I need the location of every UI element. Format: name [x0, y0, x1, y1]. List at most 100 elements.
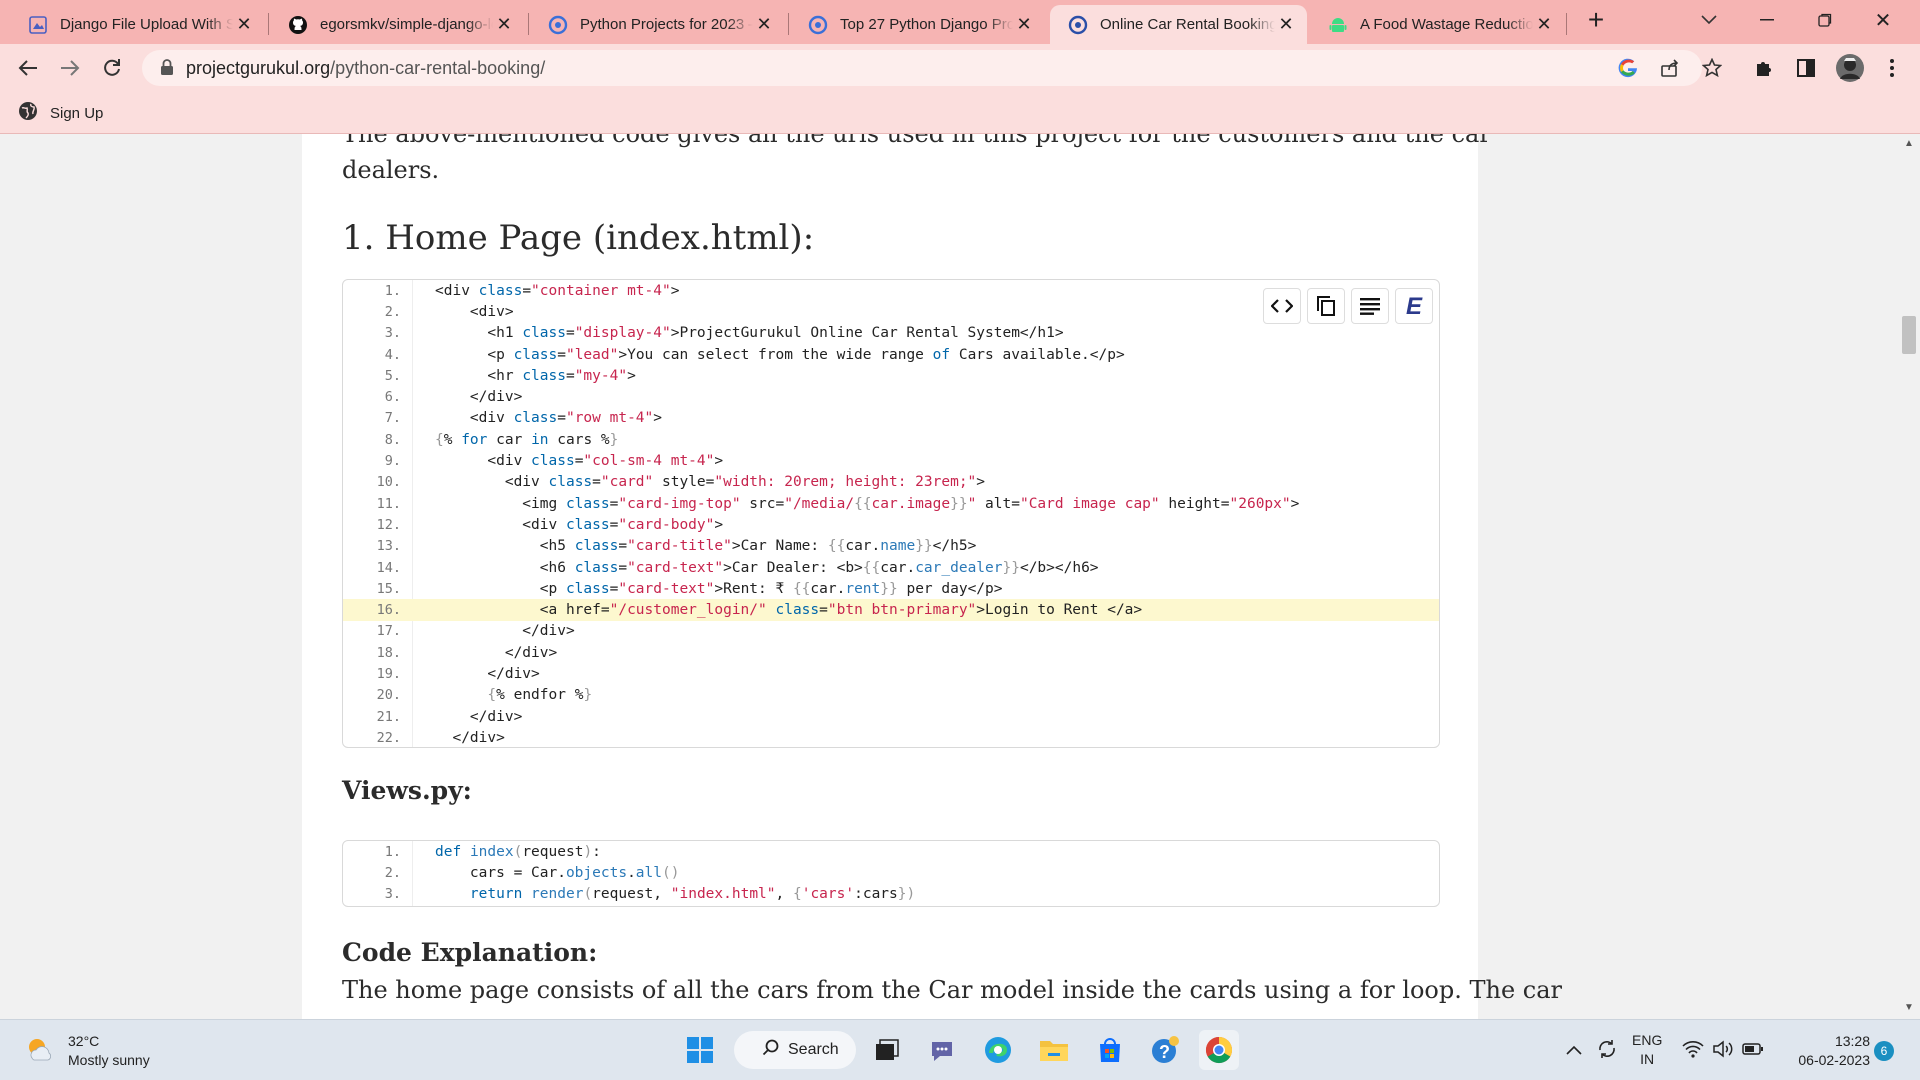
line-number: 6.	[384, 389, 401, 406]
wrap-lines-icon[interactable]	[1351, 288, 1389, 324]
page-scrollbar[interactable]: ▲ ▼	[1898, 134, 1920, 1019]
new-tab-icon[interactable]: +	[1566, 0, 1626, 40]
code-line: 1. def index(request):	[343, 841, 1439, 862]
close-icon[interactable]: ✕	[493, 14, 515, 36]
close-icon[interactable]: ✕	[1013, 14, 1035, 36]
windows-taskbar: 32°C Mostly sunny Search ? ENG IN 13:28 …	[0, 1019, 1920, 1080]
edge-browser-icon[interactable]	[978, 1030, 1018, 1070]
forward-arrow-icon[interactable]	[54, 52, 86, 84]
language-indicator[interactable]: ENG IN	[1632, 1031, 1662, 1069]
line-number: 12.	[376, 516, 401, 533]
code-line: 15. <p class="card-text">Rent: ₹ {{car.r…	[343, 578, 1439, 599]
teams-chat-icon[interactable]	[922, 1030, 962, 1070]
close-icon[interactable]: ✕	[1275, 14, 1297, 36]
view-source-icon[interactable]	[1263, 288, 1301, 324]
code-block-index-html[interactable]: 1. <div class="container mt-4"> 2. <div> …	[342, 279, 1440, 748]
weather-widget[interactable]: 32°C Mostly sunny	[24, 1032, 150, 1070]
clock-time: 13:28	[1834, 1033, 1870, 1049]
line-number: 7.	[384, 410, 401, 427]
lock-icon[interactable]	[160, 59, 174, 81]
bookmark-sign-up[interactable]: Sign Up	[18, 101, 103, 125]
weather-condition: Mostly sunny	[68, 1052, 150, 1068]
copy-icon[interactable]	[1307, 288, 1345, 324]
code-line: 14. <h6 class="card-text">Car Dealer: <b…	[343, 557, 1439, 578]
region-code: IN	[1640, 1051, 1655, 1067]
line-number: 2.	[384, 864, 401, 881]
scrollbar-thumb[interactable]	[1902, 316, 1916, 354]
code-lines: 1. <div class="container mt-4"> 2. <div> …	[343, 280, 1439, 747]
close-icon[interactable]: ✕	[1533, 14, 1555, 36]
url-text: projectgurukul.org/python-car-rental-boo…	[186, 58, 545, 79]
chevron-up-icon[interactable]	[1566, 1042, 1582, 1058]
sync-icon[interactable]	[1596, 1038, 1618, 1063]
code-line: 3. return render(request, "index.html", …	[343, 884, 1439, 905]
android-icon	[1328, 15, 1348, 35]
tab-title: egorsmkv/simple-django-lo	[320, 16, 493, 33]
section-heading-home-page: 1. Home Page (index.html):	[342, 218, 815, 258]
section-heading-views: Views.py:	[342, 776, 472, 805]
code-line: 20. {% endfor %}	[343, 685, 1439, 706]
wifi-icon[interactable]	[1682, 1040, 1704, 1061]
google-icon[interactable]	[1614, 54, 1642, 82]
github-icon	[288, 15, 308, 35]
tab-2[interactable]: Python Projects for 2023 – \ ✕	[530, 5, 785, 44]
close-icon[interactable]: ✕	[233, 14, 255, 36]
code-line: 21. </div>	[343, 706, 1439, 727]
line-number: 11.	[376, 495, 401, 512]
extensions-puzzle-icon[interactable]	[1750, 54, 1778, 82]
code-line: 19. </div>	[343, 663, 1439, 684]
system-tray: ENG IN	[1566, 1030, 1764, 1070]
address-bar[interactable]: projectgurukul.org/python-car-rental-boo…	[142, 50, 1702, 86]
bookmark-star-icon[interactable]	[1698, 54, 1726, 82]
line-number: 10.	[376, 474, 401, 491]
notification-badge[interactable]: 6	[1874, 1041, 1894, 1061]
side-panel-icon[interactable]	[1792, 54, 1820, 82]
code-line: 10. <div class="card" style="width: 20re…	[343, 472, 1439, 493]
chrome-icon[interactable]	[1199, 1030, 1239, 1070]
close-icon[interactable]: ✕	[753, 14, 775, 36]
back-arrow-icon[interactable]	[12, 52, 44, 84]
tab-favicon-grid	[28, 15, 48, 35]
enlighter-icon[interactable]: E	[1395, 288, 1433, 324]
tab-5[interactable]: A Food Wastage Reduction ✕	[1310, 5, 1565, 44]
scroll-up-arrow-icon[interactable]: ▲	[1903, 138, 1915, 150]
tab-title: Python Projects for 2023 – \	[580, 16, 753, 33]
tab-1[interactable]: egorsmkv/simple-django-lo ✕	[270, 5, 525, 44]
python-help-icon[interactable]: ?	[1145, 1030, 1185, 1070]
tab-0[interactable]: Django File Upload With Sc ✕	[10, 5, 265, 44]
line-number: 13.	[376, 538, 401, 555]
search-icon	[762, 1039, 780, 1062]
menu-kebab-icon[interactable]	[1878, 54, 1906, 82]
battery-icon[interactable]	[1742, 1042, 1764, 1059]
scroll-down-arrow-icon[interactable]: ▼	[1903, 1002, 1915, 1014]
temperature: 32°C	[68, 1033, 100, 1049]
code-line: 11. <img class="card-img-top" src="/medi…	[343, 493, 1439, 514]
reload-icon[interactable]	[96, 52, 128, 84]
windows-start-icon[interactable]	[680, 1030, 720, 1070]
restore-icon[interactable]	[1796, 0, 1854, 40]
tab-4-active[interactable]: Online Car Rental Booking ✕	[1050, 5, 1307, 44]
system-clock[interactable]: 13:28 06-02-2023	[1780, 1032, 1870, 1070]
url-path: /python-car-rental-booking/	[330, 57, 546, 78]
code-line: 2. cars = Car.objects.all()	[343, 862, 1439, 883]
code-block-views-py[interactable]: 1. def index(request): 2. cars = Car.obje…	[342, 840, 1440, 907]
window-close-icon[interactable]: ✕	[1854, 0, 1912, 40]
tab-title: Django File Upload With Sc	[60, 16, 233, 33]
signup-globe-icon	[18, 101, 38, 125]
taskbar-search[interactable]: Search	[734, 1031, 856, 1069]
microsoft-store-icon[interactable]	[1090, 1030, 1130, 1070]
svg-text:?: ?	[1159, 1042, 1170, 1062]
volume-icon[interactable]	[1712, 1039, 1734, 1061]
file-explorer-icon[interactable]	[1034, 1030, 1074, 1070]
tab-title: Top 27 Python Django Proj	[840, 16, 1013, 33]
tab-strip: Django File Upload With Sc ✕ egorsmkv/si…	[0, 0, 1920, 44]
share-icon[interactable]	[1656, 54, 1684, 82]
tab-3[interactable]: Top 27 Python Django Proj ✕	[790, 5, 1045, 44]
code-line: 12. <div class="card-body">	[343, 514, 1439, 535]
profile-avatar[interactable]	[1834, 52, 1866, 84]
minimize-icon[interactable]	[1738, 0, 1796, 40]
line-number: 8.	[384, 431, 401, 448]
tab-search-chevron-icon[interactable]	[1680, 0, 1738, 40]
line-number: 17.	[376, 623, 401, 640]
task-view-icon[interactable]	[867, 1030, 907, 1070]
